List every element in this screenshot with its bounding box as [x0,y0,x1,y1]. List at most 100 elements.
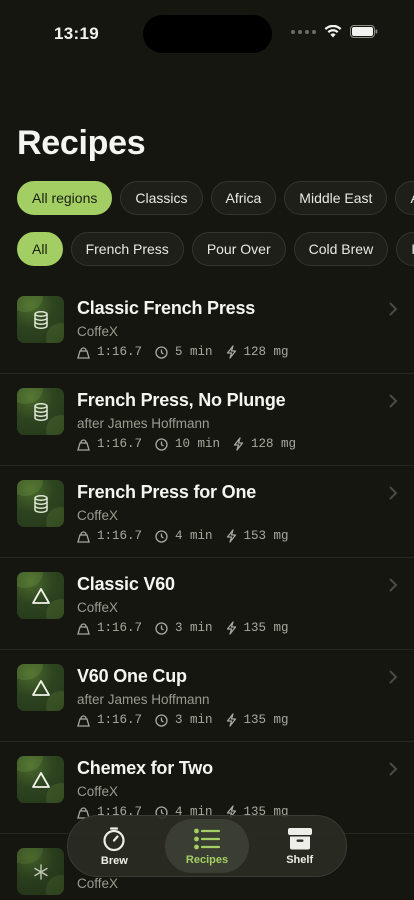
recipe-thumbnail [17,296,64,343]
chevron-right-icon [389,394,398,408]
tab-label: Recipes [185,853,229,866]
recipe-ratio: 1:16.7 [97,713,143,727]
kettlebell-icon [77,346,90,359]
recipe-thumbnail [17,664,64,711]
ratio-meta: 1:16.7 [77,437,142,451]
caffeine-meta: 135 mg [226,713,289,727]
recipe-time: 3 min [175,621,213,635]
recipe-thumbnail [17,572,64,619]
ratio-meta: 1:16.7 [77,621,142,635]
list-item[interactable]: Classic V60 CoffeX 1:16.7 3 min 135 mg [0,558,414,650]
recipe-title: Classic French Press [77,298,256,318]
recipe-caffeine: 135 mg [243,713,289,727]
battery-icon [350,25,378,38]
recipe-thumbnail [17,848,64,895]
caffeine-meta: 128 mg [226,345,289,359]
recipe-caffeine: 128 mg [251,437,297,451]
caffeine-meta: 153 mg [226,529,289,543]
clock-icon [155,621,168,635]
recipe-author: after James Hoffmann [77,416,210,431]
french-press-icon [33,494,48,513]
tab-brew[interactable]: Brew [72,819,157,873]
recipe-ratio: 1:16.7 [97,621,143,635]
recipe-caffeine: 128 mg [243,345,289,359]
recipe-title: French Press, No Plunge [77,390,286,410]
chip-region-middle-east[interactable]: Middle East [284,181,388,215]
recipe-ratio: 1:16.7 [97,345,143,359]
list-icon [194,828,221,849]
region-filter-row: All regions Classics Africa Middle East … [17,181,414,215]
chip-method-iced-coffee[interactable]: Iced Co [396,232,414,266]
list-item[interactable]: French Press for One CoffeX 1:16.7 4 min… [0,466,414,558]
caffeine-meta: 135 mg [226,621,289,635]
recipe-caffeine: 135 mg [243,621,289,635]
ratio-meta: 1:16.7 [77,713,142,727]
chip-method-all[interactable]: All [17,232,63,266]
chip-method-french-press[interactable]: French Press [70,232,184,266]
french-press-icon [33,402,48,421]
recipe-meta: 1:16.7 4 min 153 mg [77,529,302,543]
tab-label: Brew [100,854,128,867]
time-meta: 3 min [155,621,213,635]
list-item[interactable]: Classic French Press CoffeX 1:16.7 5 min… [0,282,414,374]
recipe-ratio: 1:16.7 [97,529,143,543]
kettlebell-icon [77,530,90,543]
recipe-thumbnail [17,756,64,803]
chip-region-africa[interactable]: Africa [210,181,277,215]
method-filter-row: All French Press Pour Over Cold Brew Ice… [17,232,414,266]
recipe-time: 3 min [175,713,213,727]
chevron-right-icon [389,670,398,684]
chip-region-classics[interactable]: Classics [120,181,203,215]
dynamic-island [143,15,272,53]
clock-icon [155,529,168,543]
recipe-time: 10 min [175,437,221,451]
recipe-author: CoffeX [77,508,119,523]
chevron-right-icon [389,486,398,500]
recipe-title: V60 One Cup [77,666,187,686]
recipe-title: French Press for One [77,482,257,502]
time-meta: 10 min [155,437,220,451]
recipe-thumbnail [17,480,64,527]
tab-recipes[interactable]: Recipes [164,819,250,873]
pour-over-icon [31,679,50,696]
recipe-meta: 1:16.7 3 min 135 mg [77,713,302,727]
french-press-icon [33,310,48,329]
ratio-meta: 1:16.7 [77,345,142,359]
chip-region-all[interactable]: All regions [17,181,113,215]
cellular-signal-icon [291,29,316,34]
time-meta: 5 min [155,345,213,359]
time-meta: 4 min [155,529,213,543]
bolt-icon [226,529,236,543]
status-icons [291,25,378,38]
chevron-right-icon [389,302,398,316]
snowflake-icon [33,863,48,880]
bolt-icon [233,437,244,451]
chevron-right-icon [389,578,398,592]
pour-over-icon [31,771,50,788]
time-meta: 3 min [155,713,213,727]
recipe-meta: 1:16.7 10 min 128 mg [77,437,309,451]
recipe-ratio: 1:16.7 [97,437,143,451]
list-item[interactable]: French Press, No Plunge after James Hoff… [0,374,414,466]
recipe-title: Chemex for Two [77,758,213,778]
recipe-meta: 1:16.7 3 min 135 mg [77,621,302,635]
clock-icon [155,713,168,727]
chip-method-cold-brew[interactable]: Cold Brew [293,232,389,266]
kettlebell-icon [77,714,90,727]
list-item[interactable]: V60 One Cup after James Hoffmann 1:16.7 … [0,650,414,742]
timer-icon [103,826,125,851]
status-time: 13:19 [54,24,99,43]
recipe-list: Classic French Press CoffeX 1:16.7 5 min… [0,282,414,834]
tab-bar: Brew Recipes Shelf [67,815,347,877]
clock-icon [155,437,168,451]
recipe-author: after James Hoffmann [77,692,210,707]
chip-method-pour-over[interactable]: Pour Over [191,232,286,266]
chevron-right-icon [389,762,398,776]
pour-over-icon [31,587,50,604]
recipe-author: CoffeX [77,876,119,891]
tab-shelf[interactable]: Shelf [257,819,342,873]
ratio-meta: 1:16.7 [77,529,142,543]
kettlebell-icon [77,622,90,635]
recipe-title: Classic V60 [77,574,175,594]
chip-region-asia[interactable]: Asia [395,181,414,215]
